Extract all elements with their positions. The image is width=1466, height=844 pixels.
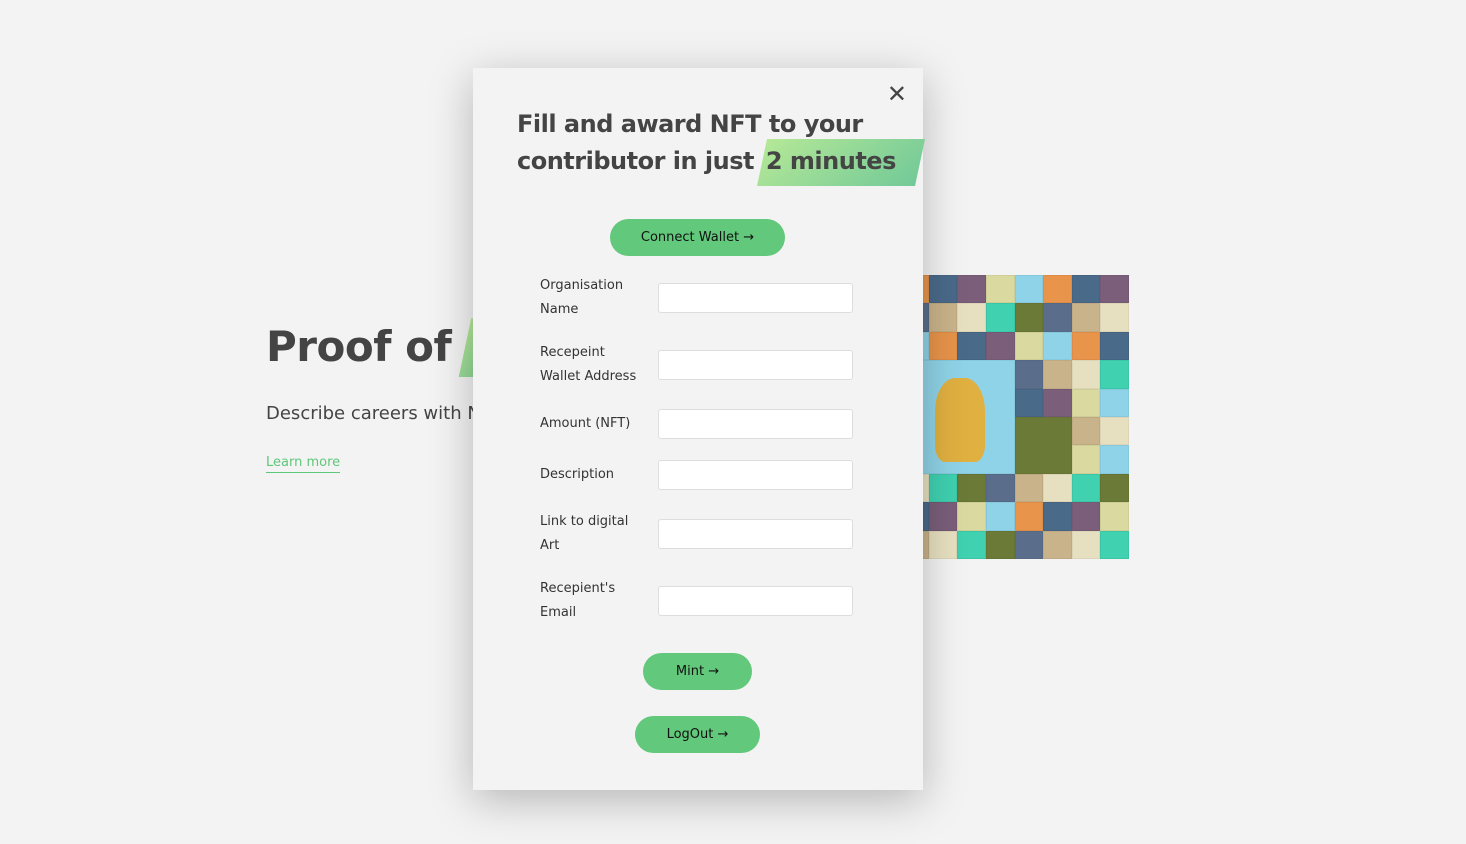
field-label: Amount (NFT): [540, 416, 631, 431]
nft-tile: [985, 473, 1015, 503]
nft-tile: [928, 473, 958, 503]
nft-tile: [1043, 331, 1072, 361]
nft-collage-image: [900, 275, 1129, 559]
nft-tile: [1014, 502, 1044, 531]
connect-wallet-button[interactable]: Connect Wallet →: [610, 219, 785, 256]
nft-tile: [1071, 388, 1101, 417]
field-label: Recepeint Wallet Address: [540, 345, 637, 384]
nft-tile: [1043, 360, 1072, 389]
nft-tile: [1071, 530, 1101, 559]
nft-tile: [1100, 388, 1129, 417]
nft-tile: [985, 331, 1015, 361]
logout-button[interactable]: LogOut →: [635, 716, 760, 753]
email-input[interactable]: [658, 586, 853, 616]
amount-input[interactable]: [658, 409, 853, 439]
nft-tile: [957, 530, 986, 559]
field-label: Organisation Name: [540, 278, 624, 317]
nft-tile: [1043, 473, 1072, 503]
nft-tile: [1043, 388, 1072, 417]
nft-tile: [957, 275, 986, 304]
description-input[interactable]: [658, 460, 853, 490]
nft-tile: [985, 275, 1015, 304]
nft-tile: [1043, 303, 1072, 332]
nft-tile: [1071, 275, 1101, 304]
nft-tile: [928, 530, 958, 559]
award-nft-modal: ✕ Fill and award NFT to your contributor…: [473, 68, 923, 790]
nft-tile: [1071, 473, 1101, 503]
organisation-name-input[interactable]: [658, 283, 853, 313]
field-label: Description: [540, 467, 615, 482]
field-label: Recepient's Email: [540, 581, 616, 620]
nft-tile: [1014, 275, 1044, 304]
nft-tile: [1014, 303, 1044, 332]
nft-tile-medium: [1014, 416, 1072, 474]
nft-tile: [1100, 303, 1129, 332]
nft-tile: [928, 303, 958, 332]
nft-tile: [985, 502, 1015, 531]
nft-tile: [1014, 331, 1044, 361]
nft-tile: [957, 303, 986, 332]
nft-tile: [1071, 303, 1101, 332]
nft-tile: [1014, 360, 1044, 389]
nft-tile: [957, 331, 986, 361]
wallet-address-input[interactable]: [658, 350, 853, 380]
nft-tile: [985, 530, 1015, 559]
nft-tile: [928, 331, 958, 361]
nft-tile: [1014, 530, 1044, 559]
nft-tile: [1043, 275, 1072, 304]
nft-tile: [928, 502, 958, 531]
nft-tile: [1100, 275, 1129, 304]
nft-tile: [985, 303, 1015, 332]
nft-tile: [1100, 445, 1129, 474]
nft-tile: [1100, 473, 1129, 503]
nft-tile: [1071, 445, 1101, 474]
nft-tile: [1014, 388, 1044, 417]
nft-tile: [1100, 360, 1129, 389]
close-icon[interactable]: ✕: [887, 80, 907, 108]
nft-tile: [1100, 530, 1129, 559]
nft-tile: [957, 473, 986, 503]
modal-title-highlight: 2 minutes: [762, 143, 900, 180]
nft-tile: [1100, 416, 1129, 446]
nft-tile: [1100, 502, 1129, 531]
nft-tile: [1071, 360, 1101, 389]
learn-more-link[interactable]: Learn more: [266, 455, 341, 473]
modal-title: Fill and award NFT to your contributor i…: [517, 106, 907, 180]
nft-tile: [957, 502, 986, 531]
nft-tile: [1100, 331, 1129, 361]
nft-tile: [1071, 331, 1101, 361]
mint-button[interactable]: Mint →: [643, 653, 752, 690]
nft-tile: [1043, 502, 1072, 531]
nft-tile: [928, 275, 958, 304]
nft-tile: [1071, 502, 1101, 531]
nft-tile: [1043, 530, 1072, 559]
digital-art-link-input[interactable]: [658, 519, 853, 549]
hero-subtitle: Describe careers with N: [266, 403, 481, 424]
nft-tile: [1014, 473, 1044, 503]
nft-tile: [1071, 416, 1101, 446]
field-label: Link to digital Art: [540, 514, 629, 553]
